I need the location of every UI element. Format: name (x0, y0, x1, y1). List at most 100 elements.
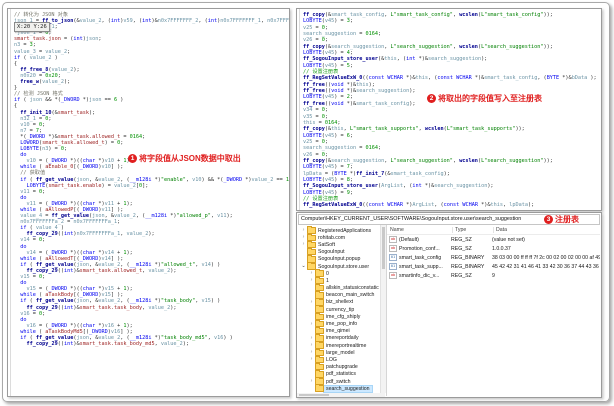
code-token: ; (32, 42, 36, 49)
registry-value-row[interactable]: ab smartinfo_dic_v... REG_SZ 9 (387, 271, 600, 280)
tree-item-SogouInput.store.user[interactable]: ⌄ SogouInput.store.user (297, 262, 380, 270)
tree-item-1[interactable]: › 1 (297, 276, 380, 285)
tree-item-ime_pop_info[interactable]: › ime_pop_info (297, 319, 380, 328)
chevron-right-icon[interactable]: › (309, 299, 314, 305)
code-token: )); (515, 126, 525, 133)
code-token: aAllowedT (45, 255, 74, 262)
code-token: _DWORD (48, 158, 68, 165)
code-token: lpData (509, 202, 528, 209)
chevron-right-icon[interactable]: › (309, 271, 314, 276)
chevron-right-icon[interactable]: › (309, 321, 314, 327)
registry-value-row[interactable]: ab Promotion_conf... REG_SZ 1.0.0.37 (387, 244, 600, 253)
tree-item-LOG[interactable]: › LOG (297, 355, 380, 364)
chevron-right-icon[interactable]: › (309, 335, 314, 341)
code-token: do (20, 152, 27, 159)
tree-item-label: currency_tip (326, 306, 355, 313)
code-token: char (82, 286, 96, 293)
tree-item-currency_tip[interactable]: currency_tip (297, 305, 380, 313)
code-token: ); (409, 100, 416, 107)
tree-item-imereportrealtime[interactable]: › imereportrealtime (297, 341, 380, 349)
code-token: value_2 (113, 182, 136, 189)
registry-value-row[interactable]: 01 smart_task_config REG_BINARY 38 03 00 00… (387, 253, 600, 262)
tree-item-ime_cfg_shiply[interactable]: ime_cfg_shiply (297, 312, 380, 321)
code-token: smart_task_config (331, 12, 385, 18)
code-token: this (490, 202, 503, 209)
tree-item-search_suggestion[interactable]: search_suggestion (297, 384, 380, 393)
code-token: ; (377, 31, 382, 38)
registry-address-text: Computer\HKEY_CURRENT_USER\SOFTWARE\Sogo… (301, 216, 522, 222)
code-token: ) = (334, 189, 347, 196)
tree-item-imereportdaily[interactable]: › imereportdaily (297, 334, 380, 342)
code-token: _DWORD (48, 249, 68, 256)
chevron-down-icon[interactable]: ⌄ (301, 263, 306, 269)
code-token: ff_init_7 (356, 170, 385, 177)
code-token: *)& (471, 75, 485, 82)
code-token: ff_copy_29 (26, 304, 58, 311)
value-name: smart_task_config (399, 254, 442, 261)
code-token: ; (349, 94, 353, 101)
scrollbar-thumb[interactable] (382, 227, 385, 269)
code-token: v45 (324, 132, 335, 139)
column-header-type[interactable]: Type (452, 226, 493, 233)
code-token: "enable" (160, 176, 186, 183)
tree-item-large_model[interactable]: › large_model (297, 348, 380, 357)
code-token: , ( (135, 213, 146, 220)
code-token: search_suggestion (427, 56, 482, 63)
tree-item-pdf_statistics[interactable]: pdf_statistics (297, 370, 380, 378)
code-token: _DWORD (223, 176, 243, 183)
code-token: ); (587, 75, 597, 82)
code-token: ; (324, 24, 328, 31)
code-token: { (14, 60, 18, 67)
code-token: _DWORD (48, 322, 68, 329)
tree-horizontal-scrollbar[interactable] (297, 393, 385, 397)
tree-item-pdf_switch[interactable]: › pdf_switch (297, 377, 380, 385)
code-token: ; (324, 113, 328, 120)
code-token: aEnable_0 (45, 164, 74, 171)
registry-value-row[interactable]: ab (Default) REG_SZ (value not set) (387, 235, 600, 244)
chevron-right-icon[interactable]: › (301, 227, 306, 233)
tree-item-allskin_statusiconstatic[interactable]: allskin_statusiconstatic (297, 283, 380, 292)
code-token: 0164 (365, 145, 378, 152)
chevron-right-icon[interactable]: › (309, 278, 314, 283)
chevron-right-icon[interactable]: › (309, 350, 314, 355)
chevron-right-icon[interactable]: › (301, 235, 306, 240)
chevron-right-icon[interactable]: › (309, 357, 314, 362)
chevron-right-icon[interactable]: › (301, 242, 306, 247)
tree-item-label: RegisteredApplications (318, 227, 372, 234)
value-name: (Default) (399, 236, 419, 243)
code-token: = (35, 72, 46, 79)
chevron-right-icon[interactable]: › (309, 342, 314, 348)
column-header-name[interactable]: Name (387, 227, 452, 233)
value-name: smartinfo_dic_v... (399, 272, 440, 279)
code-token: v11 (101, 207, 111, 213)
code-token: char (82, 249, 96, 256)
tree-item-patchupgrade[interactable]: patchupgrade (297, 362, 380, 371)
column-header-data[interactable]: Data (493, 226, 600, 233)
tree-item-ime_qimei[interactable]: ime_qimei (297, 327, 380, 335)
code-token: ); (409, 88, 416, 95)
right-code-listing: ff_copy(&smart_task_config, L"smart_task… (297, 9, 601, 210)
code-token: value_2 (98, 176, 121, 183)
code-token: v11 (104, 200, 114, 207)
code-token: wcslen (459, 12, 478, 18)
code-token: ; (324, 151, 328, 158)
chevron-right-icon[interactable]: › (309, 378, 314, 384)
tree-item-label: imereportdaily (326, 335, 359, 342)
code-token: value_2 (98, 334, 121, 341)
tree-item-0[interactable]: › 0 (297, 269, 380, 277)
code-token: v10 (104, 158, 114, 165)
code-token: , ( (402, 183, 413, 190)
code-token: __m128i (129, 298, 152, 305)
scrollbar-thumb[interactable] (299, 394, 329, 396)
code-token: "allowed_p" (176, 213, 211, 220)
code-token: BYTE (546, 75, 560, 82)
registry-value-row[interactable]: 01 smart_task_supp... REG_BINARY 45 42 42 3… (387, 262, 600, 271)
code-token: = (35, 48, 46, 55)
code-token: int (73, 36, 83, 43)
tree-item-beacon_main_switch[interactable]: beacon_main_switch (297, 291, 380, 299)
right-code-panel: ff_copy(&smart_task_config, L"smart_task… (296, 8, 602, 211)
tree-item-biz_shellext[interactable]: › biz_shellext (297, 298, 380, 306)
code-token: = (63, 219, 74, 226)
code-token: ; (349, 50, 353, 57)
